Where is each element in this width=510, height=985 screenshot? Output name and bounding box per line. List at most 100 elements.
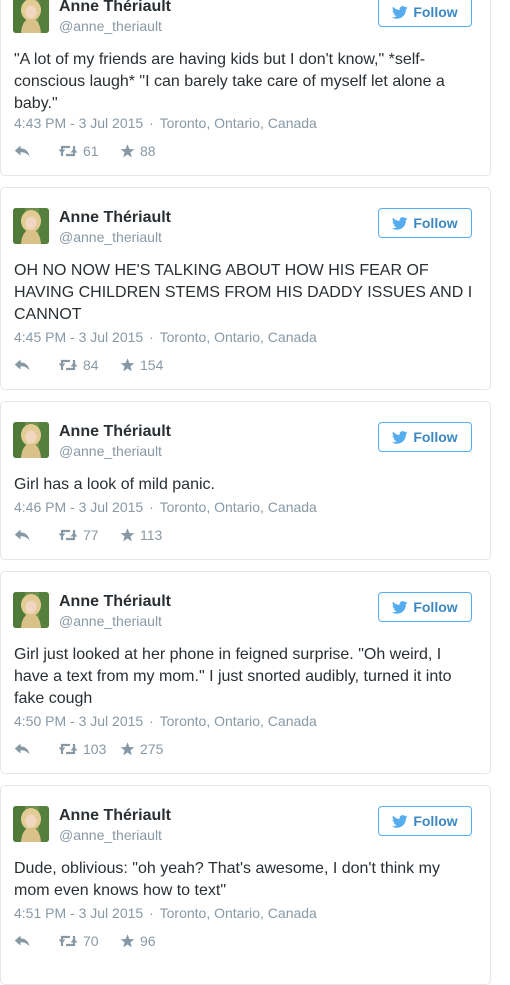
retweet-icon: [58, 358, 78, 372]
retweet-count: 84: [83, 357, 99, 373]
tweet-card: Anne Thériault @anne_theriault Follow Gi…: [0, 401, 491, 560]
follow-label: Follow: [413, 215, 458, 231]
follow-label: Follow: [413, 813, 458, 829]
star-icon: [120, 742, 135, 756]
retweet-button[interactable]: 70: [58, 933, 120, 949]
favorite-count: 275: [140, 741, 164, 757]
author-handle[interactable]: @anne_theriault: [59, 443, 162, 459]
star-icon: [120, 144, 135, 158]
tweet-actions: 61 88: [14, 142, 156, 160]
reply-button[interactable]: [14, 743, 58, 755]
author-handle[interactable]: @anne_theriault: [59, 613, 162, 629]
reply-icon: [14, 935, 30, 947]
author-handle[interactable]: @anne_theriault: [59, 229, 162, 245]
star-icon: [120, 934, 135, 948]
retweet-button[interactable]: 61: [58, 143, 120, 159]
tweet-card: Anne Thériault @anne_theriault Follow Du…: [0, 785, 491, 985]
reply-icon: [14, 145, 30, 157]
twitter-bird-icon: [392, 5, 408, 19]
retweet-icon: [58, 528, 78, 542]
retweet-icon: [58, 934, 78, 948]
retweet-count: 77: [83, 527, 99, 543]
follow-button[interactable]: Follow: [378, 422, 472, 452]
tweet-timestamp[interactable]: 4:45 PM - 3 Jul 2015: [14, 329, 143, 345]
reply-button[interactable]: [14, 145, 58, 157]
follow-label: Follow: [413, 599, 458, 615]
tweet-text: Girl has a look of mild panic.: [14, 476, 215, 493]
author-name[interactable]: Anne Thériault: [59, 593, 171, 611]
retweet-button[interactable]: 84: [58, 357, 120, 373]
reply-icon: [14, 743, 30, 755]
favorite-button[interactable]: 275: [120, 741, 163, 757]
follow-button[interactable]: Follow: [378, 208, 472, 238]
tweet-text: Dude, oblivious: "oh yeah? That's awesom…: [14, 860, 440, 899]
tweet-timestamp[interactable]: 4:46 PM - 3 Jul 2015: [14, 499, 143, 515]
author-handle[interactable]: @anne_theriault: [59, 827, 162, 843]
tweet-meta: 4:51 PM - 3 Jul 2015 · Toronto, Ontario,…: [14, 905, 317, 921]
retweet-button[interactable]: 77: [58, 527, 120, 543]
favorite-button[interactable]: 154: [120, 357, 163, 373]
star-icon: [120, 358, 135, 372]
tweet-actions: 77 113: [14, 526, 162, 544]
favorite-button[interactable]: 88: [120, 143, 156, 159]
author-handle[interactable]: @anne_theriault: [59, 18, 162, 34]
tweet-timestamp[interactable]: 4:51 PM - 3 Jul 2015: [14, 905, 143, 921]
tweet-timestamp[interactable]: 4:50 PM - 3 Jul 2015: [14, 713, 143, 729]
follow-button[interactable]: Follow: [378, 592, 472, 622]
favorite-count: 154: [140, 357, 164, 373]
reply-icon: [14, 359, 30, 371]
follow-label: Follow: [413, 4, 458, 20]
follow-button[interactable]: Follow: [378, 806, 472, 836]
favorite-count: 96: [140, 933, 156, 949]
retweet-count: 61: [83, 143, 99, 159]
tweet-meta: 4:46 PM - 3 Jul 2015 · Toronto, Ontario,…: [14, 499, 317, 515]
retweet-icon: [58, 144, 78, 158]
tweet-text: "A lot of my friends are having kids but…: [14, 51, 445, 112]
avatar[interactable]: [13, 806, 49, 842]
tweet-text: Girl just looked at her phone in feigned…: [14, 646, 452, 707]
tweet-meta: 4:50 PM - 3 Jul 2015 · Toronto, Ontario,…: [14, 713, 317, 729]
retweet-icon: [58, 742, 78, 756]
follow-label: Follow: [413, 429, 458, 445]
retweet-count: 103: [83, 741, 107, 757]
follow-button[interactable]: Follow: [378, 0, 472, 27]
favorite-button[interactable]: 113: [120, 527, 162, 543]
tweet-meta: 4:45 PM - 3 Jul 2015 · Toronto, Ontario,…: [14, 329, 317, 345]
tweet-actions: 84 154: [14, 356, 163, 374]
retweet-button[interactable]: 103: [58, 741, 120, 757]
tweet-card: Anne Thériault @anne_theriault Follow Gi…: [0, 571, 491, 774]
avatar[interactable]: [13, 422, 49, 458]
avatar[interactable]: [13, 0, 49, 33]
twitter-bird-icon: [392, 814, 408, 828]
tweet-location[interactable]: Toronto, Ontario, Canada: [160, 329, 317, 345]
reply-button[interactable]: [14, 529, 58, 541]
twitter-bird-icon: [392, 600, 408, 614]
avatar[interactable]: [13, 208, 49, 244]
avatar[interactable]: [13, 592, 49, 628]
reply-button[interactable]: [14, 359, 58, 371]
tweet-location[interactable]: Toronto, Ontario, Canada: [160, 713, 317, 729]
twitter-bird-icon: [392, 430, 408, 444]
reply-button[interactable]: [14, 935, 58, 947]
favorite-count: 88: [140, 143, 156, 159]
favorite-count: 113: [140, 527, 163, 543]
tweet-actions: 103 275: [14, 740, 163, 758]
star-icon: [120, 528, 135, 542]
tweet-card: Anne Thériault @anne_theriault Follow OH…: [0, 187, 491, 390]
author-name[interactable]: Anne Thériault: [59, 807, 171, 825]
tweet-text: OH NO NOW HE'S TALKING ABOUT HOW HIS FEA…: [14, 262, 473, 323]
tweet-actions: 70 96: [14, 932, 156, 950]
author-name[interactable]: Anne Thériault: [59, 209, 171, 227]
tweet-meta: 4:43 PM - 3 Jul 2015 · Toronto, Ontario,…: [14, 115, 317, 131]
tweet-location[interactable]: Toronto, Ontario, Canada: [160, 499, 317, 515]
tweet-location[interactable]: Toronto, Ontario, Canada: [160, 905, 317, 921]
tweet-timestamp[interactable]: 4:43 PM - 3 Jul 2015: [14, 115, 143, 131]
author-name[interactable]: Anne Thériault: [59, 423, 171, 441]
author-name[interactable]: Anne Thériault: [59, 0, 171, 16]
tweet-card: Anne Thériault @anne_theriault Follow "A…: [0, 0, 491, 176]
favorite-button[interactable]: 96: [120, 933, 156, 949]
twitter-bird-icon: [392, 216, 408, 230]
retweet-count: 70: [83, 933, 99, 949]
tweet-location[interactable]: Toronto, Ontario, Canada: [160, 115, 317, 131]
reply-icon: [14, 529, 30, 541]
